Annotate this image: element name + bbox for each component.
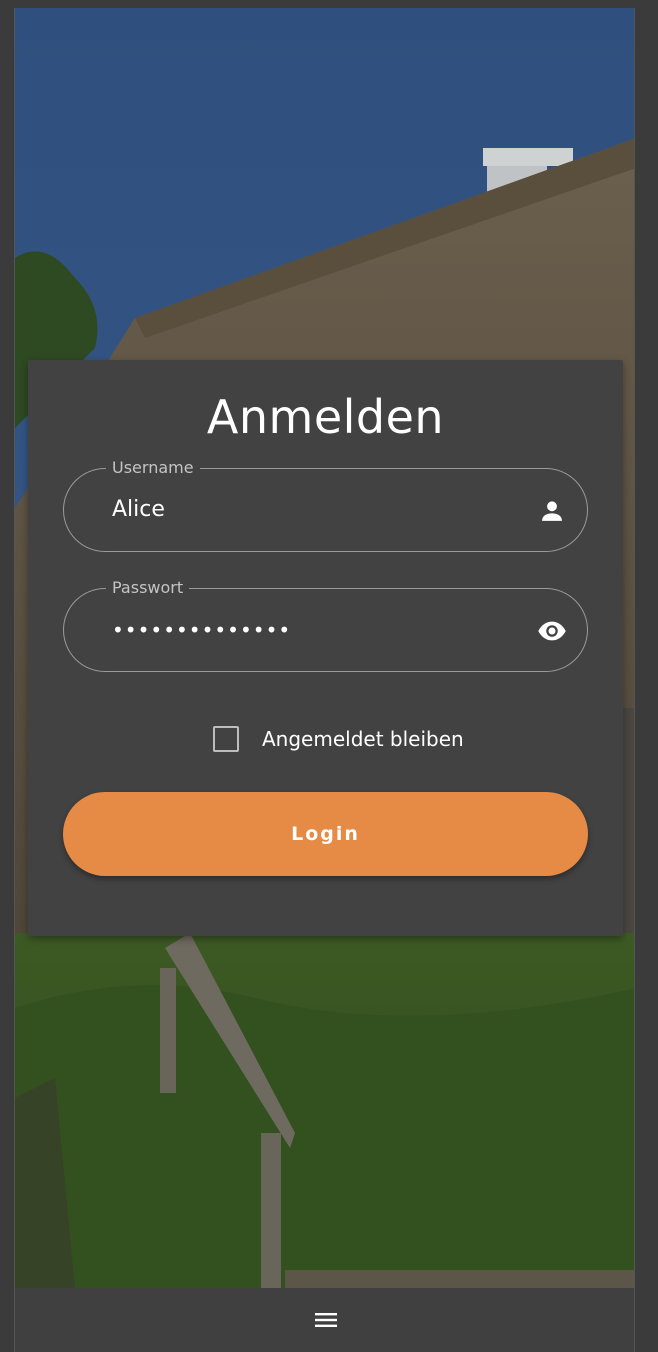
username-value[interactable]: Alice bbox=[112, 469, 165, 551]
login-title: Anmelden bbox=[206, 390, 445, 444]
remember-checkbox[interactable] bbox=[213, 726, 239, 752]
person-icon bbox=[537, 496, 567, 526]
page-viewport: Anmelden Username Alice Passwort •••••••… bbox=[14, 8, 635, 1352]
bottom-navigation-bar bbox=[15, 1288, 634, 1352]
app-window: Anmelden Username Alice Passwort •••••••… bbox=[0, 0, 658, 1352]
password-value[interactable]: •••••••••••••• bbox=[112, 589, 291, 671]
login-button[interactable]: Login bbox=[63, 792, 588, 876]
username-field[interactable]: Username Alice bbox=[63, 458, 588, 552]
eye-icon[interactable] bbox=[537, 616, 567, 646]
password-field[interactable]: Passwort •••••••••••••• bbox=[63, 578, 588, 672]
hamburger-menu-icon[interactable] bbox=[314, 1308, 338, 1332]
remember-label: Angemeldet bleiben bbox=[262, 727, 464, 751]
remember-me[interactable]: Angemeldet bleiben bbox=[213, 726, 464, 752]
login-card: Anmelden Username Alice Passwort •••••••… bbox=[28, 360, 623, 936]
